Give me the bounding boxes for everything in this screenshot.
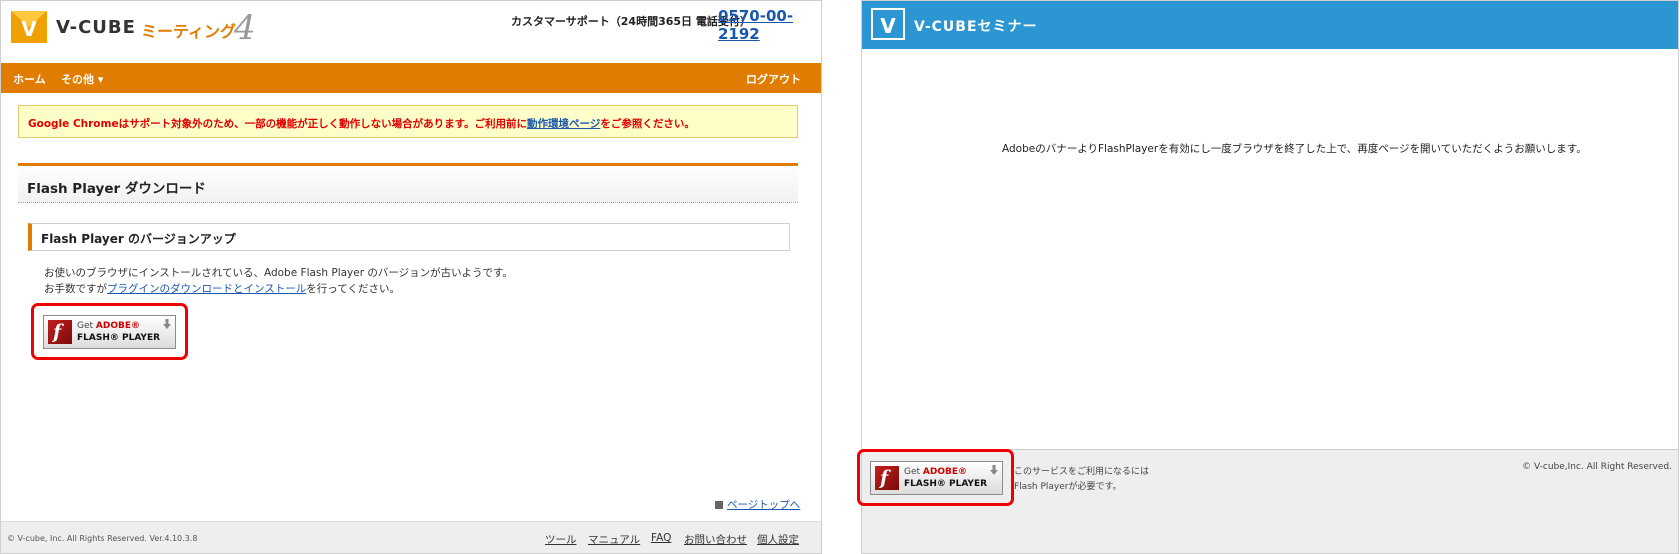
v-cube-logo-icon: V (11, 11, 47, 43)
download-arrow-icon (990, 465, 998, 475)
seminar-copyright: © V-cube,Inc. All Right Reserved. (1522, 462, 1672, 472)
nav-other-dropdown[interactable]: その他 ▾ (61, 71, 103, 87)
message-line-2: お手数ですがプラグインのダウンロードとインストールを行ってください。 (44, 281, 400, 296)
support-label: カスタマーサポート（24時間365日 電話受付） (511, 15, 751, 28)
flash-adobe-text: ADOBE® (95, 321, 141, 331)
meeting-window: V V-CUBE ミーティング 4 カスタマーサポート（24時間365日 電話受… (0, 0, 822, 554)
sub-title: Flash Player のバージョンアップ (41, 232, 236, 246)
nav-home[interactable]: ホーム (13, 71, 46, 87)
flash-player-icon: f (48, 320, 72, 344)
page-title: Flash Player ダウンロード (27, 181, 206, 197)
nav-logout[interactable]: ログアウト (746, 71, 801, 87)
flash-get-label: Get ADOBE® (77, 321, 140, 331)
footer: © V-cube, Inc. All Rights Reserved. Ver.… (1, 521, 821, 553)
flash-player-label: FLASH® PLAYER (904, 479, 988, 489)
support-phone-link[interactable]: 0570-00-2192 (718, 7, 821, 43)
header: V V-CUBE ミーティング 4 カスタマーサポート（24時間365日 電話受… (1, 1, 821, 61)
footer-note-line-1: このサービスをご利用になるには (1014, 467, 1150, 477)
sub-header: Flash Player のバージョンアップ (28, 223, 790, 251)
get-flash-player-button[interactable]: f Get ADOBE® FLASH® PLAYER (43, 315, 176, 349)
page-top: ページトップへ (715, 497, 800, 512)
message-prefix: お手数ですが (44, 283, 107, 295)
download-arrow-icon (163, 319, 171, 329)
page-top-link[interactable]: ページトップへ (727, 499, 800, 511)
message-suffix: を行ってください。 (306, 283, 400, 295)
brand-name: V-CUBE (56, 17, 136, 38)
product-version: 4 (234, 8, 256, 48)
v-cube-logo-icon: V (871, 8, 905, 40)
warning-suffix: をご参照ください。 (600, 118, 695, 130)
plugin-download-link[interactable]: プラグインのダウンロードとインストール (107, 283, 306, 295)
warning-text: Google Chromeはサポート対象外のため、一部の機能が正しく動作しない場… (28, 116, 695, 131)
flash-player-label: FLASH® PLAYER (77, 333, 161, 343)
seminar-brand: V-CUBEセミナー (914, 19, 1038, 35)
flash-enable-message: AdobeのバナーよりFlashPlayerを有効にし一度ブラウザを終了した上で… (1002, 143, 1587, 155)
seminar-header: V V-CUBEセミナー (862, 1, 1678, 49)
footer-note-line-2: Flash Playerが必要です。 (1014, 482, 1122, 492)
flash-get-text: Get (904, 467, 923, 477)
environment-page-link[interactable]: 動作環境ページ (527, 118, 600, 130)
footer-link-faq[interactable]: FAQ (651, 532, 671, 544)
flash-icon-letter: f (53, 321, 62, 343)
browser-warning: Google Chromeはサポート対象外のため、一部の機能が正しく動作しない場… (18, 105, 798, 138)
svg-text:V: V (21, 17, 37, 41)
flash-get-text: Get (77, 321, 96, 331)
flash-adobe-text: ADOBE® (922, 467, 968, 477)
warning-prefix: Google Chromeはサポート対象外のため、一部の機能が正しく動作しない場… (28, 118, 528, 130)
section-header: Flash Player ダウンロード (18, 163, 798, 203)
get-flash-player-button-right[interactable]: f Get ADOBE® FLASH® PLAYER (870, 461, 1003, 495)
copyright: © V-cube, Inc. All Rights Reserved. Ver.… (7, 534, 198, 543)
flash-get-label: Get ADOBE® (904, 467, 967, 477)
flash-player-icon: f (875, 466, 899, 490)
footer-link-tool[interactable]: ツール (545, 532, 577, 547)
message-line-1: お使いのブラウザにインストールされている、Adobe Flash Player … (44, 267, 513, 279)
footer-link-contact[interactable]: お問い合わせ (684, 532, 747, 547)
nav-bar: ホーム その他 ▾ ログアウト (1, 63, 821, 93)
footer-link-manual[interactable]: マニュアル (588, 532, 640, 547)
footer-link-personal-settings[interactable]: 個人設定 (757, 532, 799, 547)
flash-icon-letter: f (880, 467, 889, 489)
page-top-icon (715, 501, 723, 509)
svg-text:V: V (880, 14, 896, 38)
product-name: ミーティング (141, 22, 237, 41)
